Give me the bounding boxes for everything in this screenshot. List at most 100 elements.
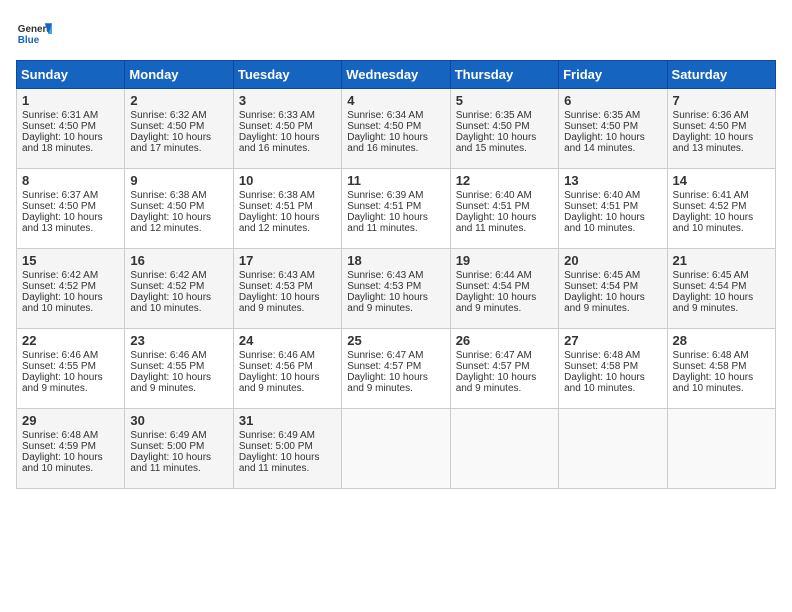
day-info: and 14 minutes.	[564, 143, 661, 154]
day-number: 3	[239, 93, 336, 108]
calendar-cell: 26Sunrise: 6:47 AMSunset: 4:57 PMDayligh…	[450, 329, 558, 409]
calendar-cell: 19Sunrise: 6:44 AMSunset: 4:54 PMDayligh…	[450, 249, 558, 329]
day-info: Sunrise: 6:49 AM	[239, 430, 336, 441]
calendar-cell: 30Sunrise: 6:49 AMSunset: 5:00 PMDayligh…	[125, 409, 233, 489]
day-number: 29	[22, 413, 119, 428]
day-info: and 12 minutes.	[130, 223, 227, 234]
day-info: Daylight: 10 hours	[239, 132, 336, 143]
calendar-cell	[450, 409, 558, 489]
day-info: Sunset: 5:00 PM	[130, 441, 227, 452]
day-info: Daylight: 10 hours	[130, 292, 227, 303]
day-info: Daylight: 10 hours	[22, 212, 119, 223]
calendar-week-row: 15Sunrise: 6:42 AMSunset: 4:52 PMDayligh…	[17, 249, 776, 329]
day-number: 7	[673, 93, 770, 108]
day-info: Sunset: 4:54 PM	[456, 281, 553, 292]
day-number: 11	[347, 173, 444, 188]
day-number: 25	[347, 333, 444, 348]
day-info: Daylight: 10 hours	[673, 372, 770, 383]
day-info: Sunrise: 6:41 AM	[673, 190, 770, 201]
day-info: Sunset: 4:51 PM	[239, 201, 336, 212]
day-info: Sunset: 4:50 PM	[673, 121, 770, 132]
day-info: Sunrise: 6:44 AM	[456, 270, 553, 281]
day-info: Sunset: 4:52 PM	[130, 281, 227, 292]
day-info: Daylight: 10 hours	[564, 132, 661, 143]
day-info: Sunrise: 6:46 AM	[130, 350, 227, 361]
day-number: 24	[239, 333, 336, 348]
day-info: Daylight: 10 hours	[130, 132, 227, 143]
day-info: Daylight: 10 hours	[564, 292, 661, 303]
day-info: Sunset: 4:50 PM	[130, 201, 227, 212]
col-header-tuesday: Tuesday	[233, 61, 341, 89]
logo: General Blue	[16, 16, 52, 52]
day-info: Daylight: 10 hours	[22, 372, 119, 383]
day-info: Sunset: 4:50 PM	[564, 121, 661, 132]
day-info: Sunset: 4:51 PM	[456, 201, 553, 212]
calendar-cell: 12Sunrise: 6:40 AMSunset: 4:51 PMDayligh…	[450, 169, 558, 249]
calendar-cell: 29Sunrise: 6:48 AMSunset: 4:59 PMDayligh…	[17, 409, 125, 489]
day-info: Sunset: 4:55 PM	[22, 361, 119, 372]
day-number: 17	[239, 253, 336, 268]
day-info: Sunrise: 6:42 AM	[130, 270, 227, 281]
day-number: 27	[564, 333, 661, 348]
day-info: and 9 minutes.	[456, 303, 553, 314]
day-info: Sunrise: 6:48 AM	[564, 350, 661, 361]
day-number: 12	[456, 173, 553, 188]
calendar-cell: 25Sunrise: 6:47 AMSunset: 4:57 PMDayligh…	[342, 329, 450, 409]
day-info: and 15 minutes.	[456, 143, 553, 154]
day-info: and 16 minutes.	[347, 143, 444, 154]
day-info: Daylight: 10 hours	[456, 132, 553, 143]
day-info: and 10 minutes.	[564, 223, 661, 234]
calendar-cell	[342, 409, 450, 489]
calendar-week-row: 1Sunrise: 6:31 AMSunset: 4:50 PMDaylight…	[17, 89, 776, 169]
day-info: Sunset: 4:58 PM	[673, 361, 770, 372]
calendar-cell: 27Sunrise: 6:48 AMSunset: 4:58 PMDayligh…	[559, 329, 667, 409]
day-info: Daylight: 10 hours	[347, 292, 444, 303]
day-info: Daylight: 10 hours	[239, 212, 336, 223]
day-info: Sunrise: 6:47 AM	[456, 350, 553, 361]
day-info: Sunset: 4:50 PM	[22, 121, 119, 132]
day-info: Sunrise: 6:38 AM	[239, 190, 336, 201]
calendar-header-row: SundayMondayTuesdayWednesdayThursdayFrid…	[17, 61, 776, 89]
day-info: and 12 minutes.	[239, 223, 336, 234]
calendar-week-row: 8 Sunrise: 6:37 AM Sunset: 4:50 PM Daylight…	[17, 169, 776, 249]
calendar-cell	[667, 409, 775, 489]
day-number: 16	[130, 253, 227, 268]
day-info: Sunset: 4:59 PM	[22, 441, 119, 452]
day-info: and 11 minutes.	[239, 463, 336, 474]
day-info: and 10 minutes.	[130, 303, 227, 314]
day-info: Sunrise: 6:46 AM	[22, 350, 119, 361]
col-header-sunday: Sunday	[17, 61, 125, 89]
day-number: 28	[673, 333, 770, 348]
day-info: Daylight: 10 hours	[347, 132, 444, 143]
day-number: 20	[564, 253, 661, 268]
calendar-cell: 17Sunrise: 6:43 AMSunset: 4:53 PMDayligh…	[233, 249, 341, 329]
day-info: and 9 minutes.	[564, 303, 661, 314]
day-number: 4	[347, 93, 444, 108]
calendar-cell: 31Sunrise: 6:49 AMSunset: 5:00 PMDayligh…	[233, 409, 341, 489]
day-info: Sunset: 4:57 PM	[347, 361, 444, 372]
day-number: 8	[22, 173, 119, 188]
calendar-cell: 3Sunrise: 6:33 AMSunset: 4:50 PMDaylight…	[233, 89, 341, 169]
day-number: 18	[347, 253, 444, 268]
day-info: Sunrise: 6:43 AM	[239, 270, 336, 281]
day-info: Sunrise: 6:37 AM	[22, 190, 119, 201]
day-info: Sunset: 4:52 PM	[22, 281, 119, 292]
day-info: Daylight: 10 hours	[130, 452, 227, 463]
calendar-cell: 8Sunrise: 6:37 AMSunset: 4:50 PMDaylight…	[17, 169, 125, 249]
day-info: Sunset: 4:55 PM	[130, 361, 227, 372]
calendar-week-row: 22Sunrise: 6:46 AMSunset: 4:55 PMDayligh…	[17, 329, 776, 409]
day-info: Daylight: 10 hours	[22, 452, 119, 463]
day-info: Sunset: 4:54 PM	[564, 281, 661, 292]
day-info: Sunrise: 6:42 AM	[22, 270, 119, 281]
calendar-cell: 5Sunrise: 6:35 AMSunset: 4:50 PMDaylight…	[450, 89, 558, 169]
day-info: and 9 minutes.	[347, 383, 444, 394]
day-info: and 9 minutes.	[673, 303, 770, 314]
day-info: Sunset: 5:00 PM	[239, 441, 336, 452]
svg-text:Blue: Blue	[18, 35, 40, 46]
calendar-cell: 9Sunrise: 6:38 AMSunset: 4:50 PMDaylight…	[125, 169, 233, 249]
day-info: Sunrise: 6:38 AM	[130, 190, 227, 201]
col-header-friday: Friday	[559, 61, 667, 89]
day-info: Daylight: 10 hours	[564, 212, 661, 223]
calendar-cell: 1Sunrise: 6:31 AMSunset: 4:50 PMDaylight…	[17, 89, 125, 169]
calendar-cell: 20Sunrise: 6:45 AMSunset: 4:54 PMDayligh…	[559, 249, 667, 329]
